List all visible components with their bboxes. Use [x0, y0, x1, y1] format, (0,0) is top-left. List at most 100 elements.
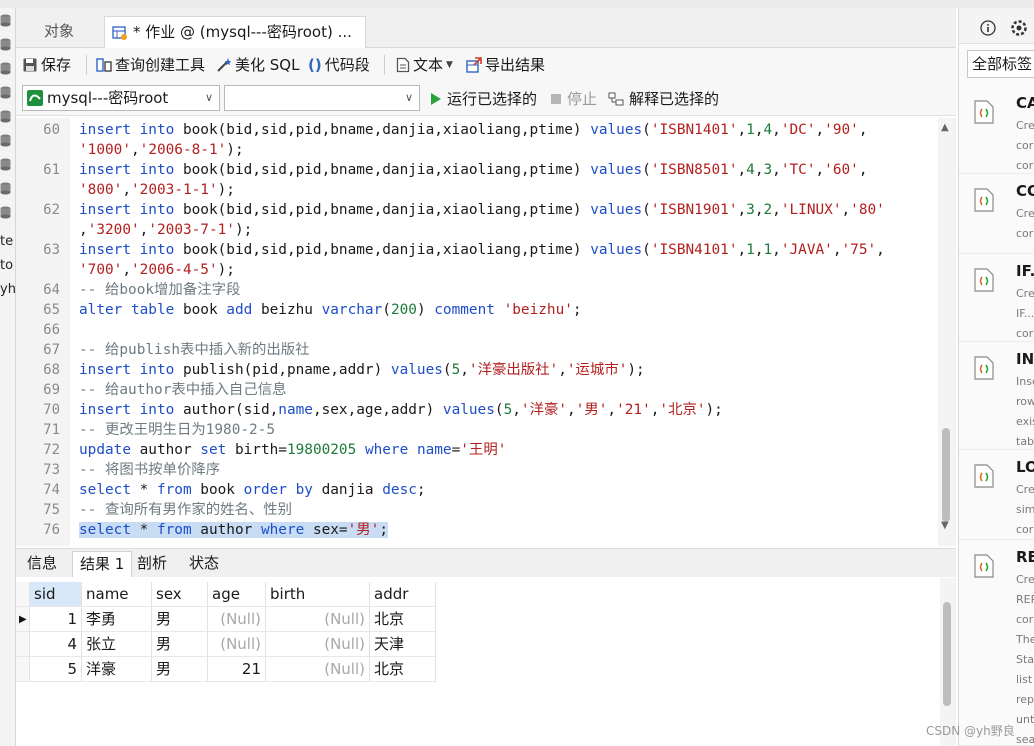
column-header-sex[interactable]: sex — [152, 582, 208, 607]
column-header-birth[interactable]: birth — [266, 582, 370, 607]
editor-scrollbar[interactable]: ▲ ▼ — [938, 118, 956, 546]
database-icon[interactable] — [0, 134, 11, 147]
code-line[interactable]: '800','2003-1-1'); — [79, 180, 235, 200]
snippet-item[interactable]: IF.. Cre IF... cor — [959, 254, 1034, 342]
scroll-down-icon[interactable]: ▼ — [941, 520, 949, 531]
grid-cell-birth[interactable]: (Null) — [266, 657, 370, 682]
line-number: 74 — [43, 482, 60, 498]
database-icon[interactable] — [0, 158, 11, 171]
snippet-item[interactable]: LO Cre sim cor — [959, 450, 1034, 540]
scrollbar-thumb[interactable] — [943, 602, 951, 706]
sql-text: danjia — [312, 482, 383, 498]
column-header-addr[interactable]: addr — [370, 582, 436, 607]
grid-cell-name[interactable]: 洋豪 — [82, 657, 152, 682]
grid-cell-name[interactable]: 李勇 — [82, 607, 152, 632]
snippet-file-icon — [974, 188, 994, 212]
code-line[interactable]: -- 给book增加备注字段 — [79, 280, 240, 300]
grid-cell-addr[interactable]: 天津 — [370, 632, 436, 657]
export-results-button[interactable]: 导出结果 — [466, 54, 545, 76]
code-line[interactable]: -- 更改王明生日为1980-2-5 — [79, 420, 275, 440]
database-icon[interactable] — [0, 206, 11, 219]
row-selector[interactable]: ▶ — [16, 607, 30, 632]
code-line[interactable]: '700','2006-4-5'); — [79, 260, 235, 280]
database-icon[interactable] — [0, 110, 11, 123]
nav-item-label[interactable]: te — [0, 234, 13, 249]
grid-cell-sex[interactable]: 男 — [152, 657, 208, 682]
code-line[interactable]: insert into book(bid,sid,pid,bname,danji… — [79, 120, 868, 140]
code-line[interactable]: alter table book add beizhu varchar(200)… — [79, 300, 582, 320]
code-line[interactable]: insert into book(bid,sid,pid,bname,danji… — [79, 240, 885, 260]
code-line[interactable]: select * from author where sex='男'; — [79, 520, 388, 540]
connection-select[interactable]: mysql---密码root ∨ — [22, 85, 220, 111]
tab-objects[interactable]: 对象 — [16, 16, 102, 48]
info-icon[interactable] — [980, 20, 996, 36]
database-icon[interactable] — [0, 62, 11, 75]
grid-cell-age[interactable]: (Null) — [208, 632, 266, 657]
current-row-arrow-icon: ▶ — [19, 614, 27, 625]
snippet-description: Cre IF... cor — [1016, 287, 1034, 340]
grid-cell-addr[interactable]: 北京 — [370, 657, 436, 682]
code-line[interactable]: select * from book order by danjia desc; — [79, 480, 426, 500]
column-header-age[interactable]: age — [208, 582, 266, 607]
code-line[interactable]: -- 给publish表中插入新的出版社 — [79, 340, 310, 360]
grid-cell-name[interactable]: 张立 — [82, 632, 152, 657]
save-button[interactable]: 保存 — [22, 54, 71, 76]
grid-cell-sid[interactable]: 5 — [30, 657, 82, 682]
tab-status[interactable]: 状态 — [182, 551, 226, 577]
grid-cell-sex[interactable]: 男 — [152, 607, 208, 632]
nav-item-label[interactable]: yh — [0, 282, 15, 297]
tab-query-editor[interactable]: * 作业 @ (mysql---密码root) ... — [104, 16, 366, 48]
database-icon[interactable] — [0, 38, 11, 51]
scroll-up-icon[interactable]: ▲ — [941, 122, 949, 133]
code-line[interactable]: insert into publish(pid,pname,addr) valu… — [79, 360, 645, 380]
scrollbar-thumb[interactable] — [942, 428, 950, 522]
column-header-sid[interactable]: sid — [30, 582, 82, 607]
grid-cell-birth[interactable]: (Null) — [266, 607, 370, 632]
row-selector[interactable] — [16, 632, 30, 657]
code-line[interactable]: insert into book(bid,sid,pid,bname,danji… — [79, 160, 868, 180]
tab-result-1[interactable]: 结果 1 — [72, 551, 133, 577]
explain-selected-button[interactable]: 解释已选择的 — [608, 89, 719, 109]
settings-icon[interactable] — [1011, 20, 1027, 36]
tab-info[interactable]: 信息 — [20, 551, 64, 577]
beautify-sql-button[interactable]: 美化 SQL — [216, 54, 299, 76]
database-icon[interactable] — [0, 182, 11, 195]
query-builder-button[interactable]: 查询创建工具 — [96, 54, 205, 76]
code-line[interactable]: ,'3200','2003-7-1'); — [79, 220, 252, 240]
snippet-item[interactable]: CO Cre cor — [959, 174, 1034, 254]
snippet-item[interactable]: RE Cre REP cor The Sta list rep unt sea e… — [959, 540, 1034, 746]
nav-item-label[interactable]: to — [0, 258, 13, 273]
sql-text: ); — [217, 262, 235, 278]
code-line[interactable]: -- 将图书按单价降序 — [79, 460, 220, 480]
grid-cell-birth[interactable]: (Null) — [266, 632, 370, 657]
snippet-item[interactable]: IN Inse row exis tab — [959, 342, 1034, 450]
tab-profile[interactable]: 剖析 — [130, 551, 174, 577]
tag-filter-select[interactable]: 全部标签 — [967, 50, 1034, 78]
grid-cell-sid[interactable]: 4 — [30, 632, 82, 657]
column-header-name[interactable]: name — [82, 582, 152, 607]
row-selector[interactable] — [16, 657, 30, 682]
database-select[interactable]: ∨ — [224, 85, 420, 111]
code-line[interactable]: update author set birth=19800205 where n… — [79, 440, 506, 460]
code-line[interactable]: -- 查询所有男作家的姓名、性别 — [79, 500, 292, 520]
grid-cell-addr[interactable]: 北京 — [370, 607, 436, 632]
grid-cell-sid[interactable]: 1 — [30, 607, 82, 632]
code-line[interactable]: insert into author(sid,name,sex,age,addr… — [79, 400, 723, 420]
sql-keyword: values — [590, 122, 643, 138]
grid-cell-sex[interactable]: 男 — [152, 632, 208, 657]
code-line[interactable]: -- 给author表中插入自己信息 — [79, 380, 287, 400]
grid-cell-age[interactable]: (Null) — [208, 607, 266, 632]
code-line[interactable]: insert into book(bid,sid,pid,bname,danji… — [79, 200, 885, 220]
snippet-item[interactable]: CA Cre cor cor — [959, 86, 1034, 174]
run-selected-button[interactable]: 运行已选择的 — [430, 89, 537, 109]
result-grid[interactable]: sid name sex age birth addr ▶ 1 李勇男 (Null) (Null) 北… — [16, 578, 940, 746]
code-snippet-button[interactable]: () 代码段 — [308, 54, 370, 76]
stop-button[interactable]: 停止 — [550, 89, 597, 109]
grid-scrollbar[interactable] — [940, 578, 956, 746]
text-mode-dropdown[interactable]: 文本 ▼ — [396, 54, 453, 76]
database-icon[interactable] — [0, 86, 11, 99]
sql-editor[interactable]: 60 61 62 63 64 65 66 67 68 69 70 71 72 73 74 75 76 inser… — [16, 118, 938, 546]
code-line[interactable]: '1000','2006-8-1'); — [79, 140, 244, 160]
database-icon[interactable] — [0, 14, 11, 27]
grid-cell-age[interactable]: 21 — [208, 657, 266, 682]
